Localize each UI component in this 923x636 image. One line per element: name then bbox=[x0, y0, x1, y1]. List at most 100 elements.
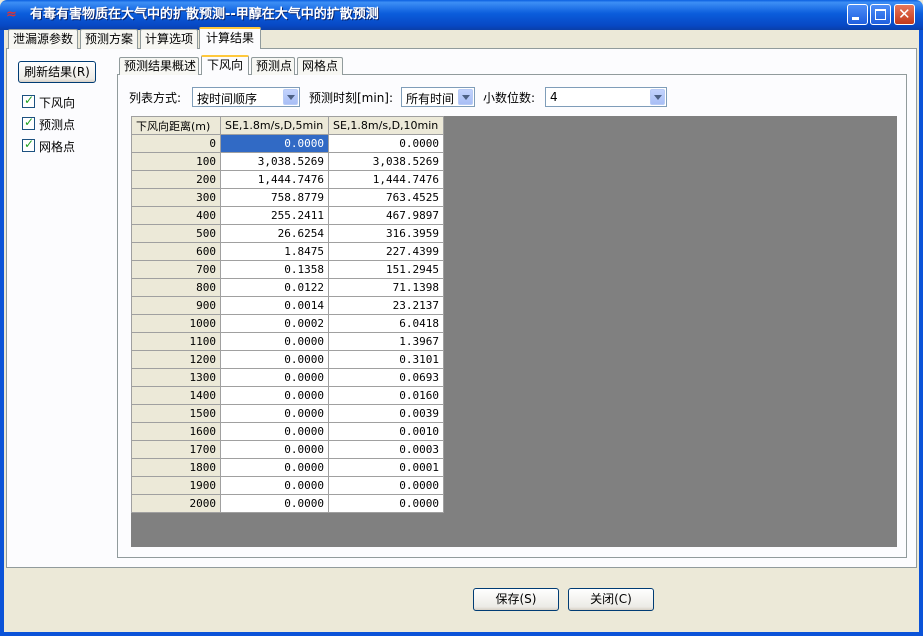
table-row[interactable]: 1500 0.0000 0.0039 bbox=[131, 404, 444, 423]
results-grid[interactable]: 下风向距离(m) SE,1.8m/s,D,5min SE,1.8m/s,D,10… bbox=[131, 116, 897, 547]
table-cell[interactable]: 1,444.7476 bbox=[328, 170, 444, 189]
table-row[interactable]: 1300 0.0000 0.0693 bbox=[131, 368, 444, 387]
tab-leak-source[interactable]: 泄漏源参数 bbox=[8, 29, 78, 49]
subtab-grid-points[interactable]: 网格点 bbox=[297, 57, 343, 75]
table-cell[interactable]: 0.0000 bbox=[220, 440, 329, 459]
row-header-cell[interactable]: 1900 bbox=[131, 476, 221, 495]
table-cell[interactable]: 0.0002 bbox=[220, 314, 329, 333]
checkbox-prediction-point[interactable]: ✓ bbox=[22, 115, 35, 130]
table-cell[interactable]: 0.0001 bbox=[328, 458, 444, 477]
table-cell[interactable]: 758.8779 bbox=[220, 188, 329, 207]
table-cell[interactable]: 0.3101 bbox=[328, 350, 444, 369]
table-row[interactable]: 1100 0.0000 1.3967 bbox=[131, 332, 444, 351]
tab-results[interactable]: 计算结果 bbox=[199, 27, 261, 49]
row-header-cell[interactable]: 800 bbox=[131, 278, 221, 297]
row-header-cell[interactable]: 1200 bbox=[131, 350, 221, 369]
table-row[interactable]: 1000 0.0002 6.0418 bbox=[131, 314, 444, 333]
table-cell[interactable]: 0.0000 bbox=[220, 134, 329, 153]
table-row[interactable]: 0 0.0000 0.0000 bbox=[131, 134, 444, 153]
table-cell[interactable]: 763.4525 bbox=[328, 188, 444, 207]
tab-prediction-plan[interactable]: 预测方案 bbox=[80, 29, 138, 49]
row-header-cell[interactable]: 1600 bbox=[131, 422, 221, 441]
subtab-summary[interactable]: 预测结果概述 bbox=[119, 57, 199, 75]
close-button[interactable]: 关闭(C) bbox=[568, 588, 654, 611]
table-cell[interactable]: 0.0010 bbox=[328, 422, 444, 441]
table-row[interactable]: 100 3,038.5269 3,038.5269 bbox=[131, 152, 444, 171]
table-cell[interactable]: 1.3967 bbox=[328, 332, 444, 351]
row-header-cell[interactable]: 1500 bbox=[131, 404, 221, 423]
row-header-cell[interactable]: 400 bbox=[131, 206, 221, 225]
table-cell[interactable]: 0.0000 bbox=[220, 332, 329, 351]
row-header-cell[interactable]: 1400 bbox=[131, 386, 221, 405]
row-header-cell[interactable]: 300 bbox=[131, 188, 221, 207]
minimize-button[interactable] bbox=[847, 4, 868, 25]
checkbox-grid-point[interactable]: ✓ bbox=[22, 137, 35, 152]
table-cell[interactable]: 0.0000 bbox=[220, 368, 329, 387]
table-row[interactable]: 600 1.8475 227.4399 bbox=[131, 242, 444, 261]
table-row[interactable]: 1700 0.0000 0.0003 bbox=[131, 440, 444, 459]
table-cell[interactable]: 0.0000 bbox=[328, 494, 444, 513]
table-cell[interactable]: 6.0418 bbox=[328, 314, 444, 333]
row-header-cell[interactable]: 1300 bbox=[131, 368, 221, 387]
table-cell[interactable]: 0.0000 bbox=[328, 134, 444, 153]
row-header-cell[interactable]: 900 bbox=[131, 296, 221, 315]
list-mode-select[interactable]: 按时间顺序 bbox=[192, 87, 300, 107]
table-cell[interactable]: 71.1398 bbox=[328, 278, 444, 297]
table-cell[interactable]: 0.0122 bbox=[220, 278, 329, 297]
table-cell[interactable]: 0.0000 bbox=[220, 458, 329, 477]
table-cell[interactable]: 1,444.7476 bbox=[220, 170, 329, 189]
table-row[interactable]: 200 1,444.7476 1,444.7476 bbox=[131, 170, 444, 189]
save-button[interactable]: 保存(S) bbox=[473, 588, 559, 611]
checkbox-downwind[interactable]: ✓ bbox=[22, 93, 35, 108]
table-row[interactable]: 1400 0.0000 0.0160 bbox=[131, 386, 444, 405]
row-header-cell[interactable]: 1800 bbox=[131, 458, 221, 477]
maximize-button[interactable] bbox=[870, 4, 891, 25]
table-cell[interactable]: 255.2411 bbox=[220, 206, 329, 225]
table-cell[interactable]: 227.4399 bbox=[328, 242, 444, 261]
subtab-downwind[interactable]: 下风向 bbox=[201, 55, 249, 75]
table-cell[interactable]: 0.0003 bbox=[328, 440, 444, 459]
refresh-results-button[interactable]: 刷新结果(R) bbox=[18, 61, 96, 83]
row-header-cell[interactable]: 1100 bbox=[131, 332, 221, 351]
table-row[interactable]: 900 0.0014 23.2137 bbox=[131, 296, 444, 315]
row-header-cell[interactable]: 0 bbox=[131, 134, 221, 153]
row-header-cell[interactable]: 1000 bbox=[131, 314, 221, 333]
table-cell[interactable]: 151.2945 bbox=[328, 260, 444, 279]
table-cell[interactable]: 0.0000 bbox=[220, 494, 329, 513]
title-bar[interactable]: ≈ 有毒有害物质在大气中的扩散预测--甲醇在大气中的扩散预测 ✕ bbox=[0, 0, 923, 30]
table-cell[interactable]: 0.0000 bbox=[220, 350, 329, 369]
row-header-cell[interactable]: 2000 bbox=[131, 494, 221, 513]
table-cell[interactable]: 0.0000 bbox=[328, 476, 444, 495]
table-cell[interactable]: 316.3959 bbox=[328, 224, 444, 243]
row-header-cell[interactable]: 700 bbox=[131, 260, 221, 279]
table-row[interactable]: 1200 0.0000 0.3101 bbox=[131, 350, 444, 369]
table-row[interactable]: 400 255.2411 467.9897 bbox=[131, 206, 444, 225]
table-row[interactable]: 300 758.8779 763.4525 bbox=[131, 188, 444, 207]
table-cell[interactable]: 0.0014 bbox=[220, 296, 329, 315]
table-row[interactable]: 1600 0.0000 0.0010 bbox=[131, 422, 444, 441]
close-window-button[interactable]: ✕ bbox=[894, 4, 915, 25]
row-header-cell[interactable]: 200 bbox=[131, 170, 221, 189]
table-row[interactable]: 2000 0.0000 0.0000 bbox=[131, 494, 444, 513]
column-header[interactable]: SE,1.8m/s,D,5min bbox=[220, 116, 329, 135]
table-row[interactable]: 700 0.1358 151.2945 bbox=[131, 260, 444, 279]
table-cell[interactable]: 0.0000 bbox=[220, 422, 329, 441]
tab-calc-options[interactable]: 计算选项 bbox=[140, 29, 198, 49]
column-header[interactable]: 下风向距离(m) bbox=[131, 116, 221, 135]
decimals-select[interactable]: 4 bbox=[545, 87, 667, 107]
row-header-cell[interactable]: 1700 bbox=[131, 440, 221, 459]
table-row[interactable]: 800 0.0122 71.1398 bbox=[131, 278, 444, 297]
table-cell[interactable]: 0.0000 bbox=[220, 386, 329, 405]
column-header[interactable]: SE,1.8m/s,D,10min bbox=[328, 116, 444, 135]
table-cell[interactable]: 0.1358 bbox=[220, 260, 329, 279]
subtab-prediction-points[interactable]: 预测点 bbox=[251, 57, 295, 75]
time-select[interactable]: 所有时间 bbox=[401, 87, 475, 107]
row-header-cell[interactable]: 500 bbox=[131, 224, 221, 243]
row-header-cell[interactable]: 600 bbox=[131, 242, 221, 261]
table-cell[interactable]: 0.0160 bbox=[328, 386, 444, 405]
table-cell[interactable]: 0.0693 bbox=[328, 368, 444, 387]
table-row[interactable]: 1900 0.0000 0.0000 bbox=[131, 476, 444, 495]
table-cell[interactable]: 0.0039 bbox=[328, 404, 444, 423]
table-row[interactable]: 500 26.6254 316.3959 bbox=[131, 224, 444, 243]
table-cell[interactable]: 467.9897 bbox=[328, 206, 444, 225]
